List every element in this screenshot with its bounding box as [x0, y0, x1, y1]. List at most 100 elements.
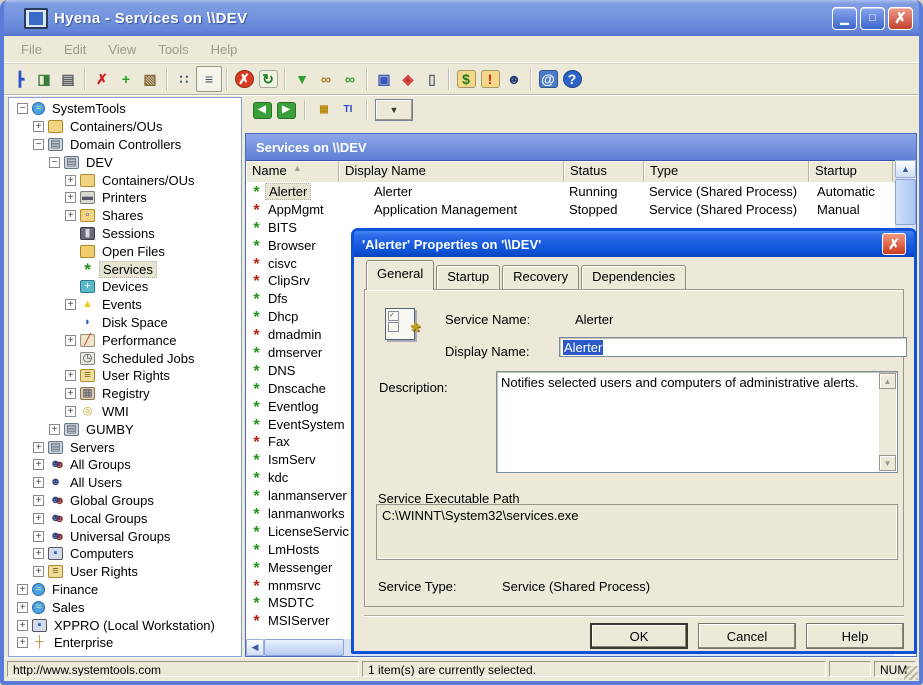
- text-columns-view-button[interactable]: TI: [337, 100, 359, 120]
- tree-expander[interactable]: +: [33, 548, 44, 559]
- tree-expander[interactable]: +: [33, 513, 44, 524]
- tree-item-servers[interactable]: +▤Servers: [9, 438, 241, 456]
- tab-general[interactable]: General: [366, 260, 434, 290]
- back-button[interactable]: ◀: [251, 100, 273, 120]
- tree-expander[interactable]: −: [33, 139, 44, 150]
- tree-item-systemtools[interactable]: −≈SystemTools: [9, 100, 241, 118]
- help-button[interactable]: Help: [806, 623, 904, 649]
- tree-item-containers-ous[interactable]: +Containers/OUs: [9, 171, 241, 189]
- account-deposit-button[interactable]: $: [454, 67, 478, 91]
- tree-expander[interactable]: +: [17, 584, 28, 595]
- print-button[interactable]: ▤: [56, 67, 80, 91]
- help-button[interactable]: ?: [560, 67, 584, 91]
- tree-item-user-rights[interactable]: +≡User Rights: [9, 367, 241, 385]
- menu-tools[interactable]: Tools: [147, 39, 199, 60]
- tree-item-domain-controllers[interactable]: −▤Domain Controllers: [9, 136, 241, 154]
- new-document-button[interactable]: ▯: [420, 67, 444, 91]
- tree-item-sessions[interactable]: ▮Sessions: [9, 225, 241, 243]
- tree-expander[interactable]: +: [33, 531, 44, 542]
- column-header-startup[interactable]: Startup: [809, 161, 893, 182]
- menu-file[interactable]: File: [10, 39, 53, 60]
- small-icons-view-button[interactable]: ∷: [172, 67, 196, 91]
- tree-expander[interactable]: +: [33, 566, 44, 577]
- tree-expander[interactable]: +: [33, 121, 44, 132]
- horizontal-scroll-thumb[interactable]: [264, 639, 344, 656]
- tree-expander[interactable]: +: [65, 388, 76, 399]
- tree-expander[interactable]: −: [17, 103, 28, 114]
- tab-startup[interactable]: Startup: [436, 265, 500, 289]
- tree-item-devices[interactable]: +Devices: [9, 278, 241, 296]
- tree-item-performance[interactable]: +╱Performance: [9, 331, 241, 349]
- find-related-button[interactable]: ∞: [338, 67, 362, 91]
- view-tree-button[interactable]: ┣: [8, 67, 32, 91]
- view-selector-dropdown[interactable]: ▼: [375, 99, 413, 121]
- tree-item-wmi[interactable]: +◎WMI: [9, 403, 241, 421]
- tree-expander[interactable]: +: [33, 495, 44, 506]
- dialog-close-button[interactable]: ✗: [882, 233, 906, 255]
- tree-expander[interactable]: +: [65, 299, 76, 310]
- tree-expander[interactable]: +: [49, 424, 60, 435]
- scroll-left-icon[interactable]: ◀: [246, 639, 264, 656]
- tree-expander[interactable]: +: [65, 210, 76, 221]
- delete-button[interactable]: ✗: [90, 67, 114, 91]
- column-header-display-name[interactable]: Display Name: [339, 161, 564, 182]
- tree-expander[interactable]: +: [65, 192, 76, 203]
- forward-button[interactable]: ▶: [275, 100, 297, 120]
- tree-expander[interactable]: +: [17, 602, 28, 613]
- vertical-scroll-thumb[interactable]: [895, 179, 916, 225]
- tree-item-disk-space[interactable]: ◗Disk Space: [9, 314, 241, 332]
- copy-button[interactable]: ▣: [372, 67, 396, 91]
- tree-expander[interactable]: +: [33, 442, 44, 453]
- org-chart-button[interactable]: ◈: [396, 67, 420, 91]
- menu-help[interactable]: Help: [200, 39, 249, 60]
- command-prompt-button[interactable]: @: [536, 67, 560, 91]
- scroll-up-icon[interactable]: ▲: [895, 160, 916, 178]
- account-alert-button[interactable]: !: [478, 67, 502, 91]
- abort-button[interactable]: ✗: [232, 67, 256, 91]
- column-header-status[interactable]: Status: [564, 161, 644, 182]
- maximize-button[interactable]: □: [860, 7, 885, 30]
- tree-expander[interactable]: −: [49, 157, 60, 168]
- add-button[interactable]: +: [114, 67, 138, 91]
- display-name-input[interactable]: Alerter: [559, 337, 907, 357]
- find-button[interactable]: ∞: [314, 67, 338, 91]
- tree-item-events[interactable]: +▲Events: [9, 296, 241, 314]
- tree-expander[interactable]: +: [65, 406, 76, 417]
- tree-item-printers[interactable]: +▬Printers: [9, 189, 241, 207]
- column-header-type[interactable]: Type: [644, 161, 809, 182]
- description-scrollbar[interactable]: ▲ ▼: [879, 373, 896, 471]
- tree-expander[interactable]: +: [65, 175, 76, 186]
- tree-item-enterprise[interactable]: +┼Enterprise: [9, 634, 241, 652]
- scroll-up-icon[interactable]: ▲: [879, 373, 896, 389]
- tree-item-services[interactable]: *Services: [9, 260, 241, 278]
- tree-item-open-files[interactable]: Open Files: [9, 242, 241, 260]
- tab-dependencies[interactable]: Dependencies: [581, 265, 686, 289]
- tab-recovery[interactable]: Recovery: [502, 265, 579, 289]
- tree-item-local-groups[interactable]: +☻Local Groups: [9, 509, 241, 527]
- table-view-button[interactable]: ▦: [313, 100, 335, 120]
- tree-expander[interactable]: +: [17, 620, 28, 631]
- details-view-button[interactable]: ≡: [196, 66, 222, 92]
- column-header-name[interactable]: Name▴: [246, 161, 339, 182]
- tree-item-universal-groups[interactable]: +☻Universal Groups: [9, 527, 241, 545]
- service-row-appmgmt[interactable]: *AppMgmtApplication ManagementStoppedSer…: [246, 200, 894, 218]
- export-view-button[interactable]: ◨: [32, 67, 56, 91]
- tree-expander[interactable]: +: [65, 335, 76, 346]
- properties-button[interactable]: ▧: [138, 67, 162, 91]
- tree-expander[interactable]: +: [65, 370, 76, 381]
- cancel-button[interactable]: Cancel: [698, 623, 796, 649]
- ok-button[interactable]: OK: [590, 623, 688, 649]
- tree-item-computers[interactable]: +▪Computers: [9, 545, 241, 563]
- tree-item-xppro-local-workstation[interactable]: +▪XPPRO (Local Workstation): [9, 616, 241, 634]
- tree-item-registry[interactable]: +▦Registry: [9, 385, 241, 403]
- tree-item-all-users[interactable]: +☻All Users: [9, 474, 241, 492]
- tree-expander[interactable]: +: [17, 637, 28, 648]
- tree-item-shares[interactable]: +▫Shares: [9, 207, 241, 225]
- tree-item-finance[interactable]: +≈Finance: [9, 581, 241, 599]
- tree-item-scheduled-jobs[interactable]: ◷Scheduled Jobs: [9, 349, 241, 367]
- tree-item-gumby[interactable]: +▤GUMBY: [9, 420, 241, 438]
- tree-expander[interactable]: +: [33, 477, 44, 488]
- filter-button[interactable]: ▼: [290, 67, 314, 91]
- tree-expander[interactable]: +: [33, 459, 44, 470]
- refresh-button[interactable]: ↻: [256, 67, 280, 91]
